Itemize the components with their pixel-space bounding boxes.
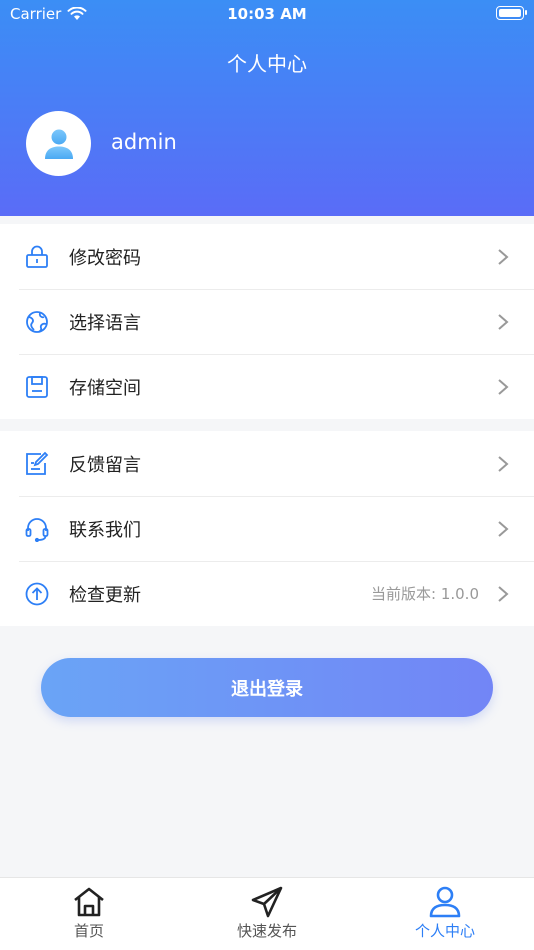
tab-label: 快速发布 xyxy=(236,922,297,940)
menu-item-label: 修改密码 xyxy=(69,247,141,269)
chevron-right-icon xyxy=(498,520,509,537)
menu-item-check-update[interactable]: 检查更新 当前版本: 1.0.0 xyxy=(0,561,534,626)
app-version: 当前版本: 1.0.0 xyxy=(371,585,479,603)
tab-label: 个人中心 xyxy=(414,922,475,940)
chevron-right-icon xyxy=(498,378,509,395)
send-icon xyxy=(251,886,283,918)
feedback-icon xyxy=(24,451,50,477)
menu-item-label: 选择语言 xyxy=(69,312,141,334)
chevron-right-icon xyxy=(498,248,509,265)
lock-icon xyxy=(24,244,50,270)
profile-header: Carrier 10:03 AM 个人中心 admin xyxy=(0,0,534,216)
logout-button[interactable]: 退出登录 xyxy=(41,658,493,717)
status-time: 10:03 AM xyxy=(227,5,307,23)
home-icon xyxy=(74,887,104,917)
user-avatar-icon xyxy=(44,129,73,159)
avatar[interactable] xyxy=(26,111,91,176)
globe-icon xyxy=(24,309,50,335)
status-bar: Carrier 10:03 AM xyxy=(0,0,534,28)
menu-item-storage[interactable]: 存储空间 xyxy=(0,354,534,419)
username: admin xyxy=(111,130,177,154)
tab-bar: 首页 快速发布 个人中心 xyxy=(0,877,534,950)
menu-item-label: 联系我们 xyxy=(69,519,141,541)
menu-item-contact-us[interactable]: 联系我们 xyxy=(0,496,534,561)
battery-icon xyxy=(496,6,527,20)
menu-item-label: 反馈留言 xyxy=(69,454,141,476)
menu-item-label: 存储空间 xyxy=(69,377,141,399)
user-icon xyxy=(429,886,461,918)
menu-item-label: 检查更新 xyxy=(69,584,141,606)
settings-group-account: 修改密码 选择语言 存储空间 xyxy=(0,224,534,419)
menu-item-change-password[interactable]: 修改密码 xyxy=(0,224,534,289)
tab-profile[interactable]: 个人中心 xyxy=(356,878,534,950)
tab-home[interactable]: 首页 xyxy=(0,878,178,950)
chevron-right-icon xyxy=(498,313,509,330)
upload-icon xyxy=(24,581,50,607)
settings-group-support: 反馈留言 联系我们 检查更新 当前版本: 1.0.0 xyxy=(0,431,534,626)
menu-item-select-language[interactable]: 选择语言 xyxy=(0,289,534,354)
menu-item-feedback[interactable]: 反馈留言 xyxy=(0,431,534,496)
save-icon xyxy=(24,374,50,400)
page-title: 个人中心 xyxy=(227,52,307,76)
chevron-right-icon xyxy=(498,585,509,602)
chevron-right-icon xyxy=(498,455,509,472)
headset-icon xyxy=(24,516,50,542)
tab-quick-publish[interactable]: 快速发布 xyxy=(178,878,356,950)
tab-label: 首页 xyxy=(73,922,104,940)
